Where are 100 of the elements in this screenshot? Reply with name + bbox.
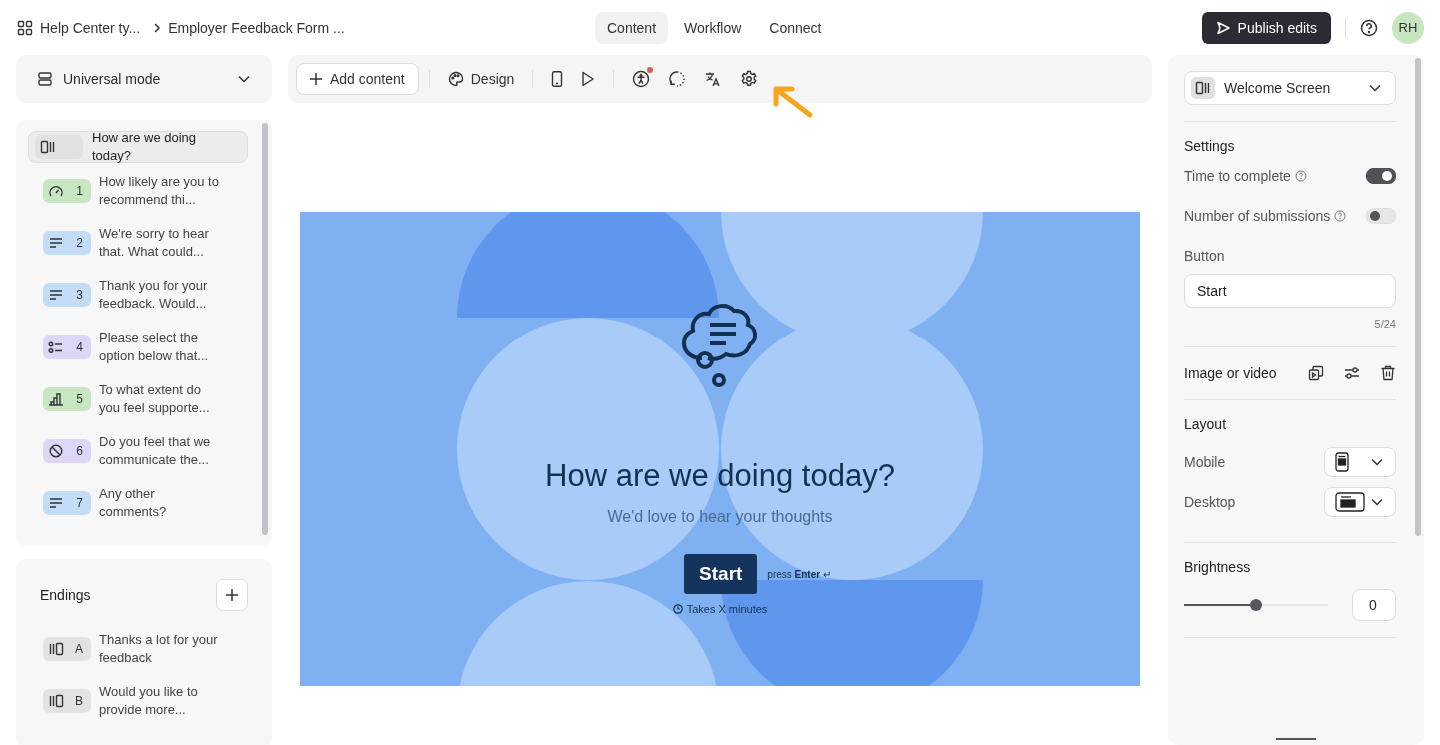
- question-title: To what extent do you feel supporte...: [99, 381, 211, 417]
- setting-label: Time to complete: [1184, 168, 1291, 184]
- button-text-field[interactable]: Start: [1184, 274, 1396, 308]
- palette-icon: [447, 71, 464, 87]
- chevron-down-icon: [238, 75, 250, 83]
- setting-label: Mobile: [1184, 454, 1227, 470]
- question-item[interactable]: How are we doing today?: [28, 131, 248, 163]
- question-item[interactable]: 4 Please select the option below that...: [28, 323, 248, 371]
- list-choice-icon: [48, 340, 64, 354]
- chevron-down-icon: [1369, 84, 1381, 92]
- preview-title: How are we doing today?: [545, 458, 895, 494]
- time-estimate: Takes X minutes: [686, 603, 768, 615]
- question-number: 1: [76, 184, 83, 198]
- screen-select[interactable]: Welcome Screen: [1184, 71, 1396, 105]
- setting-label: Desktop: [1184, 494, 1237, 510]
- question-item[interactable]: 2 We're sorry to hear that. What could...: [28, 219, 248, 267]
- layout-select[interactable]: [1324, 487, 1396, 517]
- add-ending-button[interactable]: [216, 579, 248, 611]
- question-number: 6: [76, 444, 83, 458]
- nav-tab[interactable]: Content: [595, 11, 669, 44]
- section-title: Layout: [1184, 416, 1228, 432]
- question-item[interactable]: 7 Any other comments?: [28, 479, 248, 527]
- question-title: We're sorry to hear that. What could...: [99, 225, 210, 261]
- user-avatar[interactable]: RH: [1392, 11, 1424, 44]
- question-item[interactable]: 1 How likely are you to recommend thi...: [28, 167, 248, 215]
- breadcrumb-link[interactable]: Employer Feedback Form ...: [168, 19, 345, 36]
- question-number: 4: [76, 340, 83, 354]
- preview-subtitle: We'd love to hear your thoughts: [607, 508, 833, 526]
- brightness-field[interactable]: 0: [1352, 589, 1396, 621]
- mode-select[interactable]: Universal mode: [16, 55, 272, 103]
- question-number: 3: [76, 288, 83, 302]
- toggle-switch[interactable]: [1366, 168, 1396, 184]
- loop-icon[interactable]: [668, 70, 687, 88]
- nav-tab[interactable]: Workflow: [672, 11, 754, 44]
- gauge-icon: [48, 184, 64, 198]
- publish-button[interactable]: Publish edits: [1201, 11, 1331, 44]
- accessibility-icon[interactable]: [632, 70, 651, 88]
- layout-select[interactable]: [1324, 447, 1396, 477]
- chevron-right-icon: [153, 22, 162, 33]
- nav-tab[interactable]: Connect: [757, 11, 834, 44]
- help-icon[interactable]: [1360, 18, 1378, 37]
- grid-icon[interactable]: [17, 19, 33, 36]
- bar-chart-icon: [48, 392, 64, 406]
- endings-title: Endings: [40, 587, 91, 603]
- ending-title: Would you like to provide more...: [99, 683, 199, 719]
- brightness-slider[interactable]: [1184, 599, 1328, 611]
- section-title: Brightness: [1184, 559, 1252, 575]
- design-button[interactable]: Design: [447, 71, 515, 87]
- question-title: Please select the option below that...: [99, 329, 210, 365]
- question-number: 2: [76, 236, 83, 250]
- welcome-screen-icon: [1195, 81, 1211, 95]
- text-lines-icon: [48, 496, 64, 510]
- welcome-screen-icon: [40, 140, 56, 154]
- setting-label: Number of submissions: [1184, 208, 1331, 224]
- ending-screen-icon: [48, 694, 64, 708]
- mobile-preview-icon[interactable]: [551, 71, 564, 87]
- section-title: Settings: [1184, 138, 1236, 154]
- sliders-icon[interactable]: [1344, 365, 1360, 381]
- text-lines-icon: [48, 288, 64, 302]
- trash-icon[interactable]: [1380, 365, 1396, 381]
- plus-icon: [310, 73, 322, 85]
- ending-letter: A: [75, 642, 83, 656]
- clock-icon: [672, 604, 683, 614]
- scrollbar[interactable]: [1415, 58, 1421, 536]
- question-title: Thank you for your feedback. Would...: [99, 277, 209, 313]
- pointer-arrow-icon: [770, 83, 814, 119]
- question-item[interactable]: 3 Thank you for your feedback. Would...: [28, 271, 248, 319]
- media-icon[interactable]: [1308, 365, 1324, 381]
- chevron-down-icon: [1371, 458, 1383, 466]
- ending-letter: B: [75, 694, 83, 708]
- question-title: Do you feel that we communicate the...: [99, 433, 212, 469]
- breadcrumb-link[interactable]: Help Center ty...: [40, 19, 141, 36]
- question-item[interactable]: 5 To what extent do you feel supporte...: [28, 375, 248, 423]
- question-number: 5: [76, 392, 83, 406]
- question-title: How likely are you to recommend thi...: [99, 173, 220, 209]
- field-label: Button: [1184, 248, 1226, 264]
- keyboard-hint: press Enter ↵: [767, 568, 831, 580]
- slider-thumb[interactable]: [1250, 599, 1262, 611]
- question-title: How are we doing today?: [92, 129, 198, 165]
- ending-item[interactable]: B Would you like to provide more...: [28, 677, 248, 725]
- ending-screen-icon: [48, 642, 64, 656]
- chevron-down-icon: [1371, 498, 1383, 506]
- ending-item[interactable]: A Thanks a lot for your feedback: [28, 625, 248, 673]
- desktop-layout-icon: [1335, 492, 1365, 512]
- play-icon[interactable]: [581, 71, 596, 87]
- question-number: 7: [76, 496, 83, 510]
- character-counter: 5/24: [1373, 318, 1396, 330]
- slashed-circle-icon: [48, 444, 64, 458]
- scrollbar[interactable]: [262, 123, 268, 535]
- mobile-layout-icon: [1335, 452, 1349, 472]
- plus-icon: [225, 588, 239, 602]
- question-item[interactable]: 6 Do you feel that we communicate the...: [28, 427, 248, 475]
- text-lines-icon: [48, 236, 64, 250]
- add-content-button[interactable]: Add content: [296, 63, 419, 95]
- rows-icon: [37, 71, 53, 87]
- question-title: Any other comments?: [99, 485, 168, 521]
- start-button[interactable]: Start: [684, 554, 758, 594]
- settings-icon[interactable]: [740, 70, 759, 88]
- send-icon: [1215, 20, 1230, 35]
- section-title: Image or video: [1184, 365, 1278, 381]
